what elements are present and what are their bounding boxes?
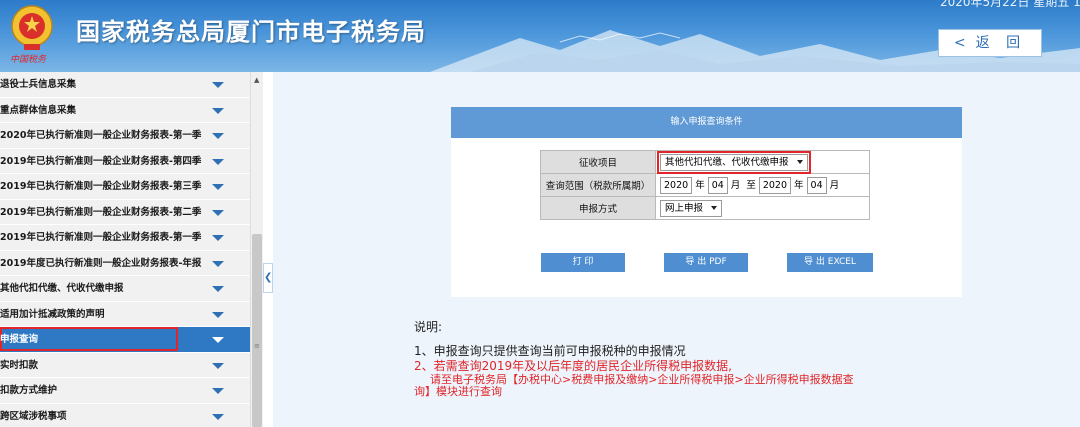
chevron-left-icon: ❮ bbox=[264, 272, 273, 283]
month-unit: 月 bbox=[829, 179, 840, 191]
sidebar-item-label: 申报查询 bbox=[0, 334, 39, 345]
chevron-down-icon[interactable] bbox=[212, 286, 224, 292]
sidebar-item-2019-q3-report[interactable]: 2019年已执行新准则一般企业财务报表-第三季 bbox=[0, 174, 250, 200]
sidebar-item-2020-q1-report[interactable]: 2020年已执行新准则一般企业财务报表-第一季 bbox=[0, 123, 250, 149]
sidebar-item-2019-annual-report[interactable]: 2019年度已执行新准则一般企业财务报表-年报 bbox=[0, 251, 250, 276]
method-label: 申报方式 bbox=[540, 196, 656, 220]
sidebar-scrollbar[interactable]: ▲ ≡ bbox=[250, 72, 263, 427]
chevron-left-icon: < bbox=[953, 35, 966, 51]
to-text: 至 bbox=[746, 179, 756, 191]
start-year-input[interactable]: 2020 bbox=[660, 176, 693, 194]
tax-emblem-icon: 中国税务 bbox=[6, 2, 58, 66]
end-year-input[interactable]: 2020 bbox=[758, 176, 792, 194]
sidebar-item-label: 扣款方式维护 bbox=[0, 385, 58, 396]
sidebar-item-2019-q2-report[interactable]: 2019年已执行新准则一般企业财务报表-第二季 bbox=[0, 200, 250, 225]
chevron-down-icon[interactable] bbox=[212, 133, 224, 139]
note-line-3: 请至电子税务局【办税中心>税费申报及缴纳>企业所得税申报>企业所得税申报数据查询… bbox=[414, 373, 854, 398]
sidebar-item-realtime-deduction[interactable]: 实时扣款 bbox=[0, 353, 250, 378]
chevron-down-icon[interactable] bbox=[212, 209, 224, 216]
chevron-down-icon[interactable] bbox=[212, 311, 224, 318]
chevron-down-icon[interactable] bbox=[212, 82, 224, 88]
method-select[interactable]: 网上申报 bbox=[660, 199, 723, 217]
tax-item-label: 征收项目 bbox=[540, 150, 656, 174]
chevron-down-icon[interactable] bbox=[212, 260, 224, 267]
sidebar-item-key-groups[interactable]: 重点群体信息采集 bbox=[0, 98, 250, 123]
back-button[interactable]: < 返 回 bbox=[938, 29, 1042, 57]
collapse-sidebar-button[interactable]: ❮ bbox=[263, 263, 273, 293]
back-button-label: 返 回 bbox=[975, 35, 1027, 51]
chevron-down-icon[interactable] bbox=[212, 107, 224, 114]
chevron-down-icon[interactable] bbox=[212, 388, 224, 394]
sidebar-item-label: 2019年已执行新准则一般企业财务报表-第二季 bbox=[0, 206, 202, 218]
sidebar-item-label: 2019年已执行新准则一般企业财务报表-第三季 bbox=[0, 181, 202, 192]
sidebar-item-label: 适用加计抵减政策的声明 bbox=[0, 308, 105, 320]
year-unit: 年 bbox=[794, 179, 804, 191]
query-form: 征收项目 其他代扣代缴、代收代缴申报 查询范围（税款所属期） 2020 年 04 月至… bbox=[540, 150, 870, 220]
main-content: 输入申报查询条件 征收项目 其他代扣代缴、代收代缴申报 查询范围（税款所属期） … bbox=[273, 72, 1080, 427]
sidebar-item-label: 跨区域涉税事项 bbox=[0, 410, 67, 422]
chevron-down-icon[interactable] bbox=[212, 337, 224, 343]
sidebar-item-withholding-declaration[interactable]: 其他代扣代缴、代收代缴申报 bbox=[0, 276, 250, 302]
scroll-up-icon[interactable]: ▲ bbox=[254, 76, 259, 84]
chevron-down-icon[interactable] bbox=[212, 184, 224, 190]
sidebar-item-2019-q4-report[interactable]: 2019年已执行新准则一般企业财务报表-第四季 bbox=[0, 149, 250, 174]
panel-title: 输入申报查询条件 bbox=[451, 107, 962, 138]
chevron-down-icon[interactable] bbox=[212, 362, 224, 369]
grip-icon: ≡ bbox=[254, 342, 260, 350]
export-pdf-button[interactable]: 导 出 PDF bbox=[664, 253, 748, 272]
sidebar-item-label: 重点群体信息采集 bbox=[0, 104, 77, 116]
sidebar-item-label: 退役士兵信息采集 bbox=[0, 79, 77, 90]
sidebar-item-declaration-query[interactable]: 申报查询 bbox=[0, 327, 250, 353]
sidebar-item-deduction-policy[interactable]: 适用加计抵减政策的声明 bbox=[0, 302, 250, 327]
sidebar-item-veteran-info[interactable]: 退役士兵信息采集 bbox=[0, 72, 250, 98]
sidebar-item-label: 实时扣款 bbox=[0, 359, 39, 371]
year-unit: 年 bbox=[695, 179, 705, 191]
emblem-text: 中国税务 bbox=[10, 55, 47, 65]
month-unit: 月 bbox=[730, 179, 741, 191]
sidebar-item-label: 2020年已执行新准则一般企业财务报表-第一季 bbox=[0, 130, 202, 141]
notes-title: 说明: bbox=[414, 320, 443, 334]
chevron-down-icon[interactable] bbox=[212, 158, 224, 165]
export-excel-button[interactable]: 导 出 EXCEL bbox=[787, 253, 873, 272]
caret-down-icon bbox=[796, 160, 803, 164]
sidebar-item-label: 2019年度已执行新准则一般企业财务报表-年报 bbox=[0, 257, 202, 269]
sidebar-item-label: 其他代扣代缴、代收代缴申报 bbox=[0, 283, 124, 294]
tax-item-value: 其他代扣代缴、代收代缴申报 bbox=[665, 156, 789, 168]
caret-down-icon bbox=[711, 206, 718, 210]
sidebar-menu: 退役士兵信息采集 重点群体信息采集 2020年已执行新准则一般企业财务报表-第一… bbox=[0, 72, 250, 427]
scrollbar-thumb[interactable] bbox=[252, 234, 262, 427]
sidebar-item-label: 2019年已执行新准则一般企业财务报表-第一季 bbox=[0, 232, 202, 243]
sidebar-item-2019-q1-report[interactable]: 2019年已执行新准则一般企业财务报表-第一季 bbox=[0, 225, 250, 251]
chevron-down-icon[interactable] bbox=[212, 413, 224, 420]
sidebar-item-cross-region[interactable]: 跨区域涉税事项 bbox=[0, 404, 250, 427]
sidebar-item-label: 2019年已执行新准则一般企业财务报表-第四季 bbox=[0, 155, 202, 167]
site-title: 国家税务总局厦门市电子税务局 bbox=[76, 18, 426, 46]
method-value: 网上申报 bbox=[665, 202, 704, 214]
site-header: 中国税务 国家税务总局厦门市电子税务局 2020年5月22日 星期五 10: <… bbox=[0, 0, 1080, 72]
end-month-input[interactable]: 04 bbox=[806, 176, 827, 194]
datetime: 2020年5月22日 星期五 10: bbox=[940, 0, 1080, 9]
period-label: 查询范围（税款所属期） bbox=[540, 173, 656, 197]
chevron-down-icon[interactable] bbox=[212, 235, 224, 241]
sidebar-item-deduction-method[interactable]: 扣款方式维护 bbox=[0, 378, 250, 404]
tax-item-select[interactable]: 其他代扣代缴、代收代缴申报 bbox=[657, 150, 811, 174]
start-month-input[interactable]: 04 bbox=[707, 176, 728, 194]
note-line-2: 2、若需查询2019年及以后年度的居民企业所得税申报数据, bbox=[414, 359, 732, 373]
print-button[interactable]: 打 印 bbox=[541, 253, 625, 272]
